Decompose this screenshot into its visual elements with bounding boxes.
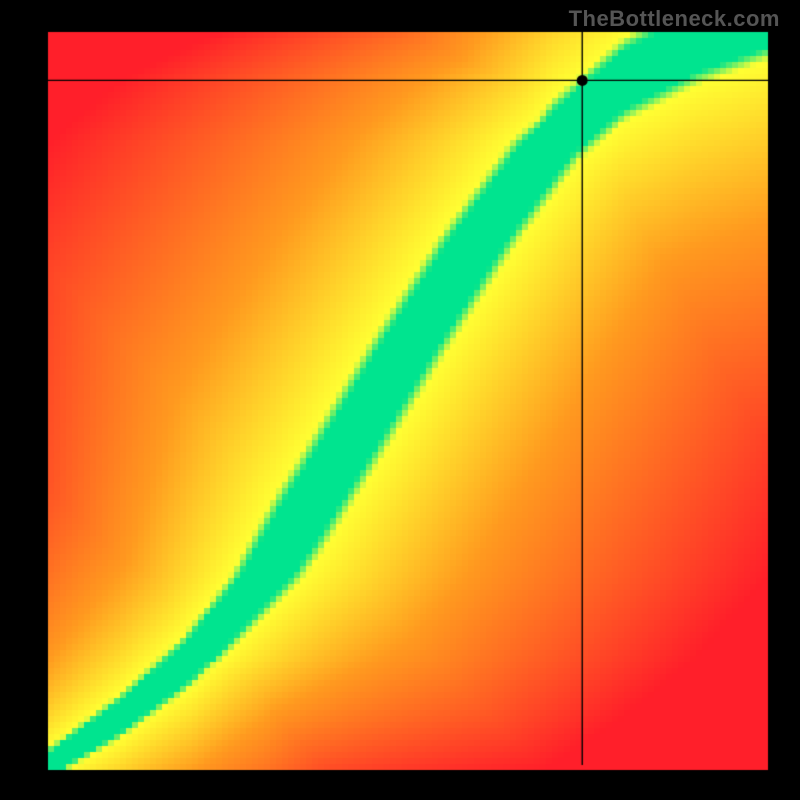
watermark-text: TheBottleneck.com xyxy=(569,6,780,32)
chart-container: TheBottleneck.com xyxy=(0,0,800,800)
bottleneck-heatmap xyxy=(0,0,800,800)
